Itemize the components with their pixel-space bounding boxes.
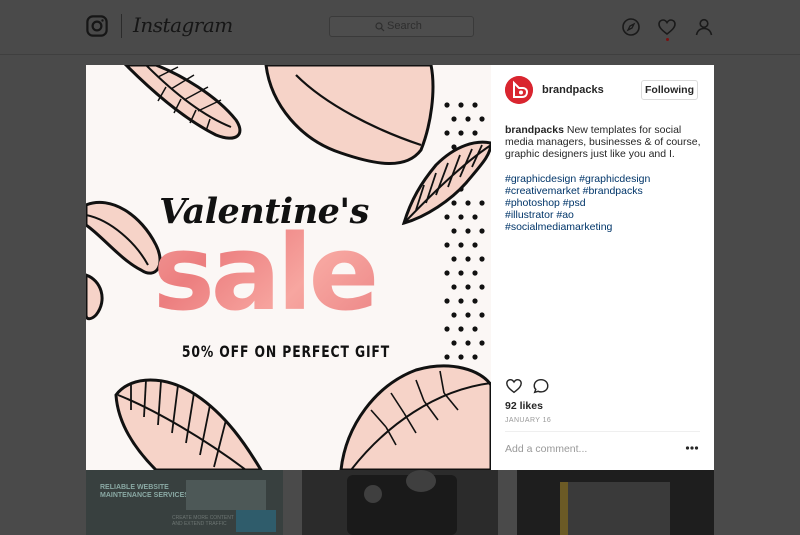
thumbnail-device xyxy=(347,475,457,535)
post-modal: Valentine's sale 50% OFF ON PERFECT GIFT… xyxy=(86,65,714,470)
post-date: JANUARY 16 xyxy=(505,417,552,424)
top-navigation-bar: Instagram Search xyxy=(0,0,800,55)
thumbnail-accent xyxy=(560,482,568,535)
compass-icon[interactable] xyxy=(621,17,641,37)
thumbnail-mockup xyxy=(186,480,266,510)
speech-bubble-icon[interactable] xyxy=(532,377,550,395)
person-icon[interactable] xyxy=(694,17,714,37)
thumbnail-card xyxy=(236,510,276,532)
following-button[interactable]: Following xyxy=(641,80,698,100)
search-icon xyxy=(375,22,385,32)
grid-post-thumbnail[interactable]: RELIABLE WEBSITE MAINTENANCE SERVICES CR… xyxy=(86,470,283,535)
heart-outline-icon[interactable] xyxy=(505,377,523,395)
grid-post-thumbnail[interactable] xyxy=(302,470,498,535)
hashtag-line[interactable]: #illustrator #ao xyxy=(505,209,705,221)
post-actions xyxy=(505,377,565,397)
comment-input[interactable]: Add a comment... xyxy=(505,443,587,455)
hashtag-line[interactable]: #photoshop #psd xyxy=(505,197,705,209)
thumbnail-subtitle: CREATE MORE CONTENT AND EXTEND TRAFFIC xyxy=(172,515,234,527)
hashtag-list: #graphicdesign #graphicdesign #creativem… xyxy=(505,173,705,233)
thumbnail-circle xyxy=(406,470,436,492)
thumbnail-paper xyxy=(560,482,670,535)
heart-icon[interactable] xyxy=(657,17,677,37)
like-count[interactable]: 92 likes xyxy=(505,400,543,412)
instagram-camera-icon[interactable] xyxy=(86,15,108,37)
post-caption: brandpacks New templates for social medi… xyxy=(505,124,705,160)
hashtag-line[interactable]: #graphicdesign #graphicdesign xyxy=(505,173,705,185)
image-offer-text: 50% OFF ON PERFECT GIFT xyxy=(181,342,391,361)
more-dots-icon[interactable] xyxy=(685,444,699,452)
divider xyxy=(505,431,700,432)
search-input[interactable]: Search xyxy=(329,16,474,37)
thumbnail-title: RELIABLE WEBSITE MAINTENANCE SERVICES xyxy=(100,484,189,499)
thumbnail-circle xyxy=(364,485,382,503)
notification-dot xyxy=(666,38,669,41)
hashtag-line[interactable]: #socialmediamarketing xyxy=(505,221,705,233)
search-placeholder: Search xyxy=(387,20,422,32)
hashtag-line[interactable]: #creativemarket #brandpacks xyxy=(505,185,705,197)
caption-username[interactable]: brandpacks xyxy=(505,124,564,136)
post-image[interactable]: Valentine's sale 50% OFF ON PERFECT GIFT xyxy=(86,65,491,470)
avatar[interactable] xyxy=(505,76,533,104)
post-header: brandpacks Following xyxy=(491,65,714,115)
image-headline-sale: sale xyxy=(86,213,442,333)
post-details-panel: brandpacks Following brandpacks New temp… xyxy=(491,65,714,470)
logo-divider xyxy=(121,14,122,38)
instagram-wordmark[interactable]: Instagram xyxy=(133,13,233,37)
post-author-username[interactable]: brandpacks xyxy=(542,84,604,96)
grid-post-thumbnail[interactable] xyxy=(517,470,714,535)
